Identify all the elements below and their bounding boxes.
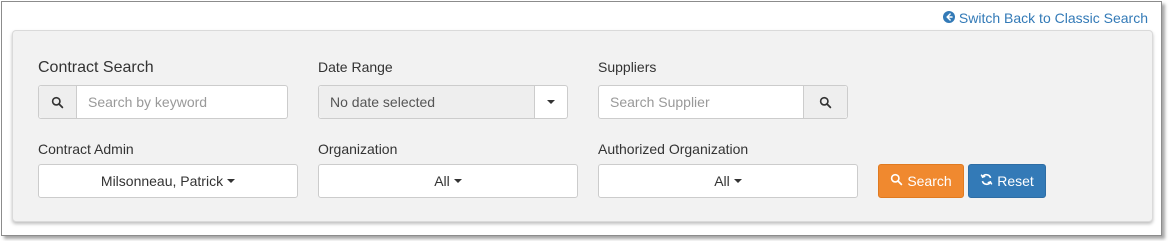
caret-down-icon bbox=[453, 179, 462, 183]
refresh-icon bbox=[980, 173, 993, 189]
authorized-organization-label: Authorized Organization bbox=[598, 141, 749, 157]
reset-button[interactable]: Reset bbox=[968, 164, 1046, 198]
date-range-group: No date selected bbox=[318, 85, 568, 119]
contract-admin-label: Contract Admin bbox=[38, 141, 134, 157]
keyword-search-input[interactable] bbox=[77, 86, 287, 118]
circle-arrow-left-icon bbox=[942, 10, 955, 26]
search-icon bbox=[890, 173, 903, 189]
contract-search-label: Contract Search bbox=[38, 59, 154, 76]
switch-to-classic-link[interactable]: Switch Back to Classic Search bbox=[942, 10, 1148, 26]
search-button[interactable]: Search bbox=[878, 164, 964, 198]
organization-value: All bbox=[434, 173, 450, 189]
date-range-label: Date Range bbox=[318, 59, 393, 75]
caret-down-icon bbox=[733, 179, 742, 183]
authorized-organization-value: All bbox=[714, 173, 730, 189]
date-range-dropdown-toggle[interactable] bbox=[534, 86, 567, 118]
search-button-label: Search bbox=[907, 173, 952, 189]
authorized-organization-dropdown[interactable]: All bbox=[598, 164, 858, 198]
reset-button-label: Reset bbox=[997, 173, 1034, 189]
caret-down-icon bbox=[547, 100, 555, 104]
supplier-search-input[interactable] bbox=[599, 86, 803, 118]
contract-search-group bbox=[38, 85, 288, 119]
search-frame: Switch Back to Classic Search Contract S… bbox=[1, 1, 1162, 236]
contract-admin-value: Milsonneau, Patrick bbox=[100, 173, 224, 189]
search-panel: Contract Search Date Range Suppliers No … bbox=[12, 30, 1153, 222]
contract-admin-dropdown[interactable]: Milsonneau, Patrick bbox=[38, 164, 298, 198]
switch-link-label: Switch Back to Classic Search bbox=[958, 10, 1148, 26]
search-icon[interactable] bbox=[803, 86, 847, 118]
search-icon bbox=[39, 86, 77, 118]
organization-dropdown[interactable]: All bbox=[318, 164, 578, 198]
suppliers-label: Suppliers bbox=[598, 59, 657, 75]
caret-down-icon bbox=[227, 179, 236, 183]
date-range-field[interactable]: No date selected bbox=[319, 86, 534, 118]
organization-label: Organization bbox=[318, 141, 398, 157]
suppliers-search-group bbox=[598, 85, 848, 119]
